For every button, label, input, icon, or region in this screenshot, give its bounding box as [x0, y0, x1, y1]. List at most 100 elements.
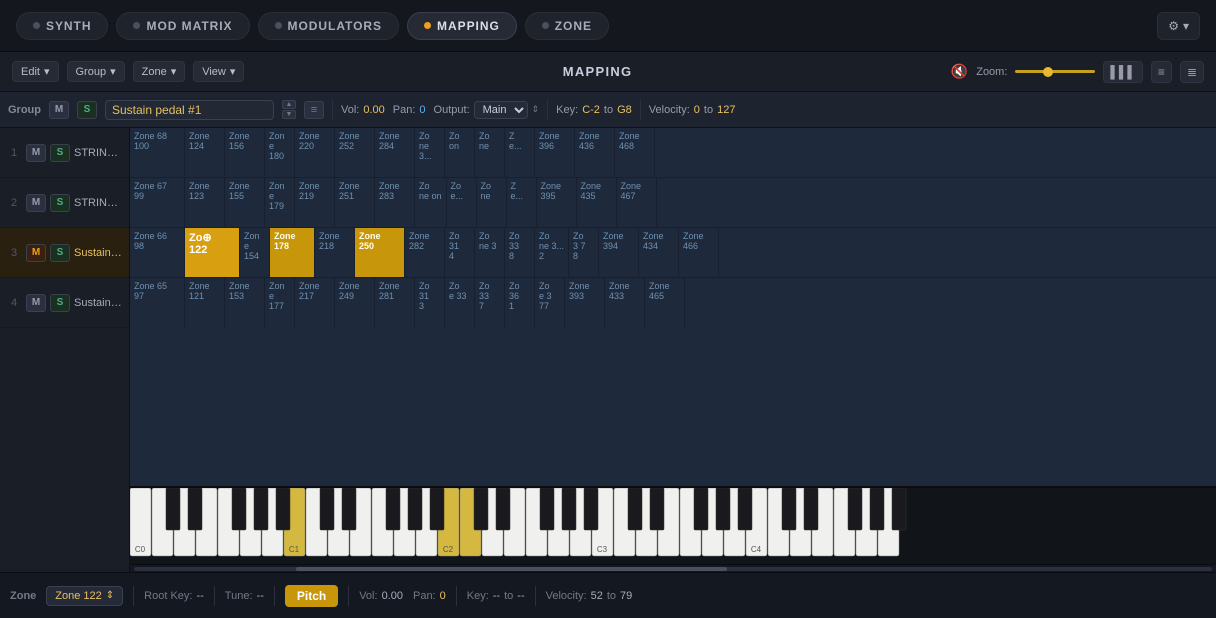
zone-cell[interactable]: Zone155 — [225, 178, 265, 227]
nav-mapping[interactable]: MAPPING — [407, 12, 517, 40]
scrollbar-thumb[interactable] — [296, 567, 727, 571]
nav-synth[interactable]: SYNTH — [16, 12, 108, 40]
zone-cell[interactable]: Zone177 — [265, 278, 295, 328]
zone-cell[interactable]: Zone467 — [617, 178, 657, 227]
key-to[interactable]: G8 — [617, 104, 632, 116]
zone-cell[interactable]: Zo3 78 — [569, 228, 599, 277]
zone-cell[interactable]: Zone3... — [415, 128, 445, 177]
bottom-vol-value[interactable]: 0.00 — [382, 590, 403, 602]
horizontal-scrollbar[interactable] — [130, 564, 1216, 572]
zone-cell[interactable]: Zone394 — [599, 228, 639, 277]
group-2-solo[interactable]: S — [50, 194, 70, 212]
zone-cell-gold-1[interactable]: Zone178 — [270, 228, 315, 277]
zone-cell[interactable]: Zone219 — [295, 178, 335, 227]
zone-cell[interactable]: Zone468 — [615, 128, 655, 177]
alt-view-btn[interactable]: ≣ — [1180, 61, 1204, 83]
zone-cell[interactable]: Zoe... — [447, 178, 477, 227]
zone-cell[interactable]: Zoe 33 — [445, 278, 475, 328]
zone-cell[interactable]: Zone on — [415, 178, 447, 227]
zone-cell[interactable]: Zone284 — [375, 128, 415, 177]
zone-cell[interactable]: Zone 3...2 — [535, 228, 569, 277]
group-row-2[interactable]: 2 M S STRINGS SUS mf — [0, 178, 129, 228]
group-3-mute[interactable]: M — [26, 244, 46, 262]
pitch-button[interactable]: Pitch — [285, 585, 338, 607]
zone-cell[interactable]: Zone 3 — [475, 228, 505, 277]
group-row-4[interactable]: 4 M S Sustain pedal #2 — [0, 278, 129, 328]
group-4-mute[interactable]: M — [26, 294, 46, 312]
zone-cell[interactable]: Zone466 — [679, 228, 719, 277]
zone-cell[interactable]: Zone433 — [605, 278, 645, 328]
key-from[interactable]: C-2 — [582, 104, 600, 116]
zone-cell[interactable]: Zo314 — [445, 228, 475, 277]
zone-cell[interactable]: Zone283 — [375, 178, 415, 227]
bottom-velocity-from[interactable]: 52 — [591, 590, 603, 602]
bottom-pan-value[interactable]: 0 — [440, 590, 446, 602]
group-4-solo[interactable]: S — [50, 294, 70, 312]
zone-cell[interactable]: Zone434 — [639, 228, 679, 277]
bottom-key-from[interactable]: -- — [493, 590, 500, 602]
zone-cell[interactable]: Zone — [477, 178, 507, 227]
group-prev-arrow[interactable]: ▲ — [282, 100, 296, 109]
zone-cell-gold-2[interactable]: Zone250 — [355, 228, 405, 277]
zone-cell[interactable]: Zone 6799 — [130, 178, 185, 227]
zone-cell[interactable]: Zone 6597 — [130, 278, 185, 328]
zone-cell[interactable]: Zone179 — [265, 178, 295, 227]
zone-cell[interactable]: Zone281 — [375, 278, 415, 328]
nav-zone[interactable]: ZONE — [525, 12, 609, 40]
zone-cell[interactable]: Zone393 — [565, 278, 605, 328]
mute-button[interactable]: M — [49, 101, 69, 119]
zone-cell[interactable]: Ze... — [505, 128, 535, 177]
group-row-3[interactable]: 3 M S Sustain pedal #1 — [0, 228, 129, 278]
zone-cell[interactable]: Zone217 — [295, 278, 335, 328]
zone-cell[interactable]: Zo313 — [415, 278, 445, 328]
bottom-velocity-to[interactable]: 79 — [620, 590, 632, 602]
zone-cell[interactable]: Zone395 — [537, 178, 577, 227]
zone-cell[interactable]: Zone251 — [335, 178, 375, 227]
zone-cell[interactable]: Zone435 — [577, 178, 617, 227]
zone-cell[interactable]: Zone252 — [335, 128, 375, 177]
zone-cell[interactable]: Zone121 — [185, 278, 225, 328]
output-select[interactable]: Main — [474, 101, 528, 119]
group-1-mute[interactable]: M — [26, 144, 46, 162]
zone-cell[interactable]: Zone154 — [240, 228, 270, 277]
zone-menu[interactable]: Zone ▾ — [133, 61, 186, 82]
zone-cell[interactable]: Zo337 — [475, 278, 505, 328]
group-list-btn[interactable]: ≡ — [304, 101, 324, 119]
zone-cell[interactable]: Zone 68100 — [130, 128, 185, 177]
zone-cell[interactable]: Zone 6698 — [130, 228, 185, 277]
velocity-from[interactable]: 0 — [694, 104, 700, 116]
group-next-arrow[interactable]: ▼ — [282, 110, 296, 119]
group-name-input[interactable] — [105, 100, 274, 120]
group-2-mute[interactable]: M — [26, 194, 46, 212]
zone-cell[interactable]: Zone396 — [535, 128, 575, 177]
zone-cell[interactable]: Zone249 — [335, 278, 375, 328]
solo-button[interactable]: S — [77, 101, 97, 119]
zone-cell[interactable]: Zone — [475, 128, 505, 177]
zone-cell[interactable]: Zone124 — [185, 128, 225, 177]
zone-cell[interactable]: Zoe 377 — [535, 278, 565, 328]
zone-cell[interactable]: Zone218 — [315, 228, 355, 277]
settings-button[interactable]: ⚙ ▾ — [1157, 12, 1200, 40]
zone-cell-active[interactable]: Zo⊕122 — [185, 228, 240, 277]
velocity-to[interactable]: 127 — [717, 104, 735, 116]
group-1-solo[interactable]: S — [50, 144, 70, 162]
vol-value[interactable]: 0.00 — [363, 104, 384, 116]
zone-cell[interactable]: Ze... — [507, 178, 537, 227]
zone-cell[interactable]: Zone220 — [295, 128, 335, 177]
waveform-view-btn[interactable]: ▌▌▌ — [1103, 61, 1143, 83]
zone-cell[interactable]: Zone465 — [645, 278, 685, 328]
zone-cell[interactable]: Zone153 — [225, 278, 265, 328]
group-3-solo[interactable]: S — [50, 244, 70, 262]
zone-cell[interactable]: Zoon — [445, 128, 475, 177]
view-menu[interactable]: View ▾ — [193, 61, 244, 82]
group-row-1[interactable]: 1 M S STRINGS SUS f — [0, 128, 129, 178]
zone-cell[interactable]: Zo361 — [505, 278, 535, 328]
zone-cell[interactable]: Zone282 — [405, 228, 445, 277]
piano-keys-container[interactable]: C0C1C2C3C4 — [130, 488, 1216, 558]
group-menu[interactable]: Group ▾ — [67, 61, 125, 82]
list-view-btn[interactable]: ≡ — [1151, 61, 1172, 83]
zone-cell[interactable]: Zone156 — [225, 128, 265, 177]
pan-value[interactable]: 0 — [419, 104, 425, 116]
zone-cell[interactable]: Zone180 — [265, 128, 295, 177]
zone-cell[interactable]: Zo338 — [505, 228, 535, 277]
